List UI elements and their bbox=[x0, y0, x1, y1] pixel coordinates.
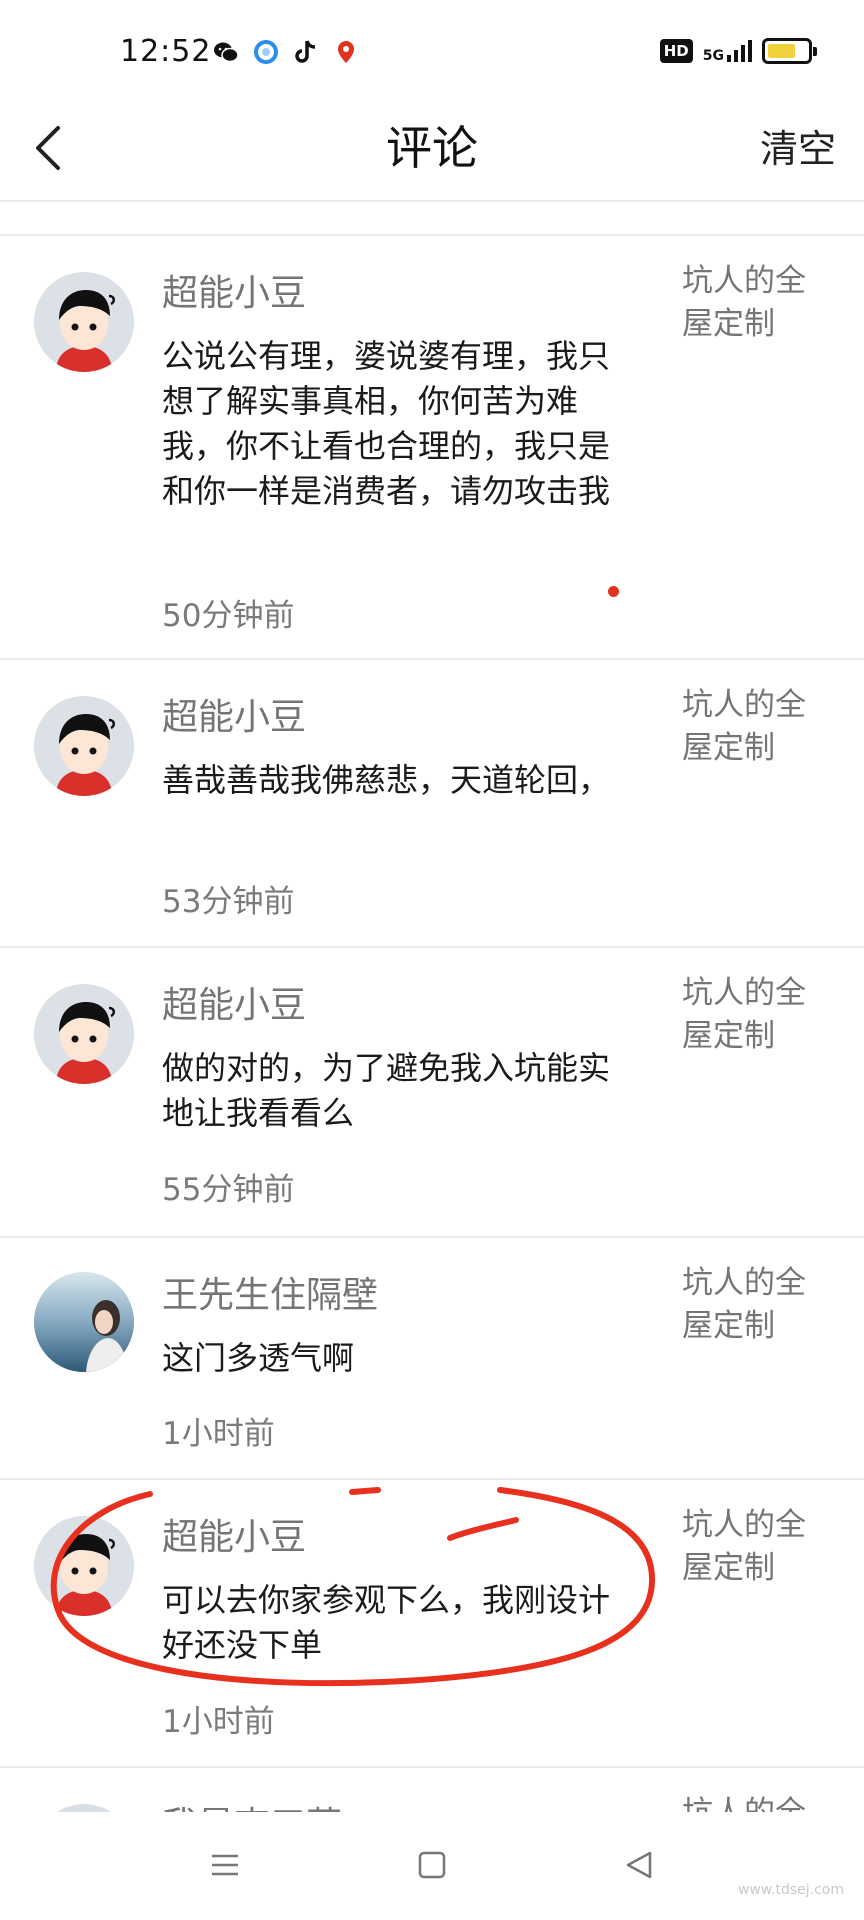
avatar[interactable] bbox=[34, 696, 134, 796]
comment-text: 可以去你家参观下么，我刚设计好还没下单 bbox=[162, 1581, 611, 1664]
photo-avatar-icon bbox=[34, 1272, 134, 1372]
comment-username[interactable]: 王先生住隔壁 bbox=[162, 1266, 378, 1318]
hd-badge: HD bbox=[659, 39, 693, 63]
comment-item[interactable]: 我是李三草 坑人的全 bbox=[0, 1766, 864, 1812]
qq-browser-icon bbox=[252, 38, 280, 66]
cartoon-boy-avatar-icon bbox=[34, 272, 134, 372]
square-home-icon bbox=[418, 1851, 446, 1879]
home-button[interactable] bbox=[407, 1840, 457, 1890]
cartoon-boy-avatar-icon bbox=[34, 696, 134, 796]
menu-button[interactable] bbox=[200, 1840, 250, 1890]
network-type: 5G bbox=[702, 48, 724, 64]
comment-reference[interactable]: 坑人的全屋定制 bbox=[682, 972, 832, 1058]
clear-button[interactable]: 清空 bbox=[760, 118, 836, 173]
tiktok-icon bbox=[292, 38, 320, 66]
avatar[interactable] bbox=[34, 1272, 134, 1372]
comment-username[interactable]: 超能小豆 bbox=[162, 976, 306, 1028]
system-navigation-bar bbox=[0, 1812, 864, 1920]
comment-item[interactable]: 超能小豆 可以去你家参观下么，我刚设计好还没下单 1小时前 坑人的全屋定制 bbox=[0, 1478, 864, 1766]
status-right: HD 5G bbox=[659, 38, 817, 64]
unread-dot bbox=[608, 586, 619, 597]
comment-item[interactable]: 超能小豆 公说公有理，婆说婆有理，我只想了解实事真相，你何苦为难我，你不让看也合… bbox=[0, 234, 864, 658]
comment-item[interactable]: 王先生住隔壁 这门多透气啊 1小时前 坑人的全屋定制 bbox=[0, 1236, 864, 1478]
status-time: 12:52 bbox=[120, 34, 212, 69]
comment-username[interactable]: 我是李三草 bbox=[162, 1796, 342, 1812]
comment-time: 55分钟前 bbox=[162, 1172, 295, 1208]
cartoon-boy-avatar-icon bbox=[34, 984, 134, 1084]
battery-icon bbox=[762, 38, 817, 64]
comment-username[interactable]: 超能小豆 bbox=[162, 688, 306, 740]
hamburger-icon bbox=[212, 1854, 238, 1876]
comment-reference[interactable]: 坑人的全屋定制 bbox=[682, 684, 832, 770]
comment-item[interactable]: 超能小豆 做的对的，为了避免我入坑能实地让我看看么 55分钟前 坑人的全屋定制 bbox=[0, 946, 864, 1236]
signal-icon: 5G bbox=[703, 39, 752, 63]
comment-text: 善哉善哉我佛慈悲，天道轮回， bbox=[162, 761, 611, 799]
comment-time: 1小时前 bbox=[162, 1704, 275, 1740]
avatar[interactable] bbox=[34, 984, 134, 1084]
comment-time: 50分钟前 bbox=[162, 598, 295, 634]
comment-time: 53分钟前 bbox=[162, 884, 295, 920]
watermark: www.tdsej.com bbox=[737, 1882, 844, 1898]
comment-reference[interactable]: 坑人的全屋定制 bbox=[682, 1262, 832, 1348]
status-bar: 12:52 HD 5G bbox=[0, 0, 864, 100]
comment-reference[interactable]: 坑人的全屋定制 bbox=[682, 1504, 832, 1590]
comment-text: 做的对的，为了避免我入坑能实地让我看看么 bbox=[162, 1049, 611, 1132]
comment-username[interactable]: 超能小豆 bbox=[162, 264, 306, 316]
comment-text: 这门多透气啊 bbox=[162, 1339, 355, 1377]
avatar[interactable] bbox=[34, 1516, 134, 1616]
status-app-icons bbox=[212, 38, 360, 66]
battery-level bbox=[768, 44, 796, 58]
avatar[interactable] bbox=[34, 272, 134, 372]
cartoon-boy-avatar-icon bbox=[34, 1516, 134, 1616]
wechat-icon bbox=[212, 38, 240, 66]
back-nav-button[interactable] bbox=[614, 1840, 664, 1890]
comment-item[interactable]: 超能小豆 善哉善哉我佛慈悲，天道轮回， 53分钟前 坑人的全屋定制 bbox=[0, 658, 864, 946]
page-title: 评论 bbox=[386, 121, 478, 175]
map-pin-icon bbox=[332, 38, 360, 66]
triangle-back-icon bbox=[626, 1851, 652, 1879]
header-divider bbox=[0, 200, 864, 202]
comment-reference[interactable]: 坑人的全 bbox=[682, 1792, 832, 1812]
comment-reference[interactable]: 坑人的全屋定制 bbox=[682, 260, 832, 346]
avatar[interactable] bbox=[34, 1804, 134, 1812]
comment-username[interactable]: 超能小豆 bbox=[162, 1508, 306, 1560]
comment-text: 公说公有理，婆说婆有理，我只想了解实事真相，你何苦为难我，你不让看也合理的，我只… bbox=[162, 337, 611, 510]
comment-time: 1小时前 bbox=[162, 1416, 275, 1452]
